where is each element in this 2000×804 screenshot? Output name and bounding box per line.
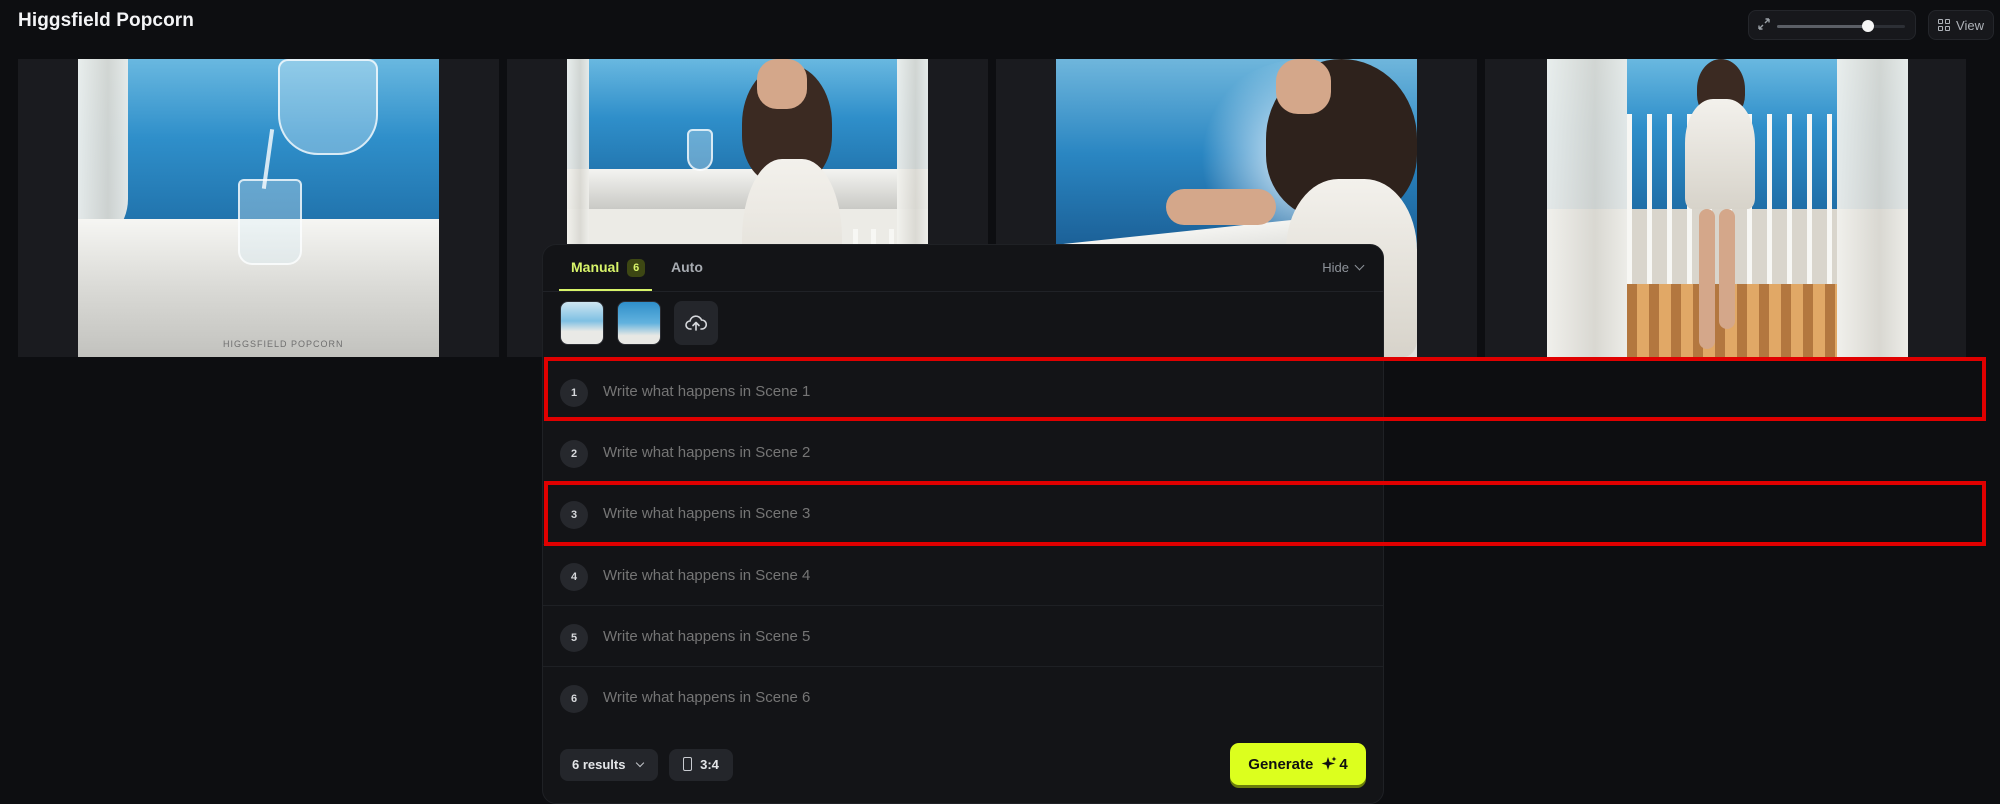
scene-row-1: 1 [543, 361, 1383, 422]
upload-button[interactable] [674, 301, 718, 345]
sparkle-icon [1321, 756, 1337, 770]
scene-6-input[interactable] [603, 689, 1303, 706]
scene-row-5: 5 [543, 605, 1383, 667]
results-label: 6 results [572, 757, 626, 772]
scene-number: 2 [560, 440, 588, 468]
hide-label: Hide [1322, 260, 1349, 275]
scene-1-input[interactable] [603, 383, 1303, 400]
scene-number: 6 [560, 685, 588, 713]
phone-icon [683, 757, 693, 771]
generate-button[interactable]: Generate 4 [1230, 743, 1366, 785]
reference-thumbnail-2[interactable] [617, 301, 661, 345]
scene-panel: Manual 6 Auto Hide 1 2 3 4 5 6 6 [542, 244, 1384, 804]
zoom-slider[interactable] [1748, 10, 1916, 40]
panel-tabs: Manual 6 Auto Hide [543, 245, 1383, 292]
view-label: View [1956, 17, 1984, 33]
generate-cost: 4 [1339, 755, 1348, 773]
zoom-fill [1777, 25, 1868, 28]
aspect-ratio-button[interactable]: 3:4 [669, 749, 733, 781]
tab-auto[interactable]: Auto [671, 259, 703, 275]
tab-manual-label: Manual [571, 259, 620, 275]
cloud-upload-icon [685, 315, 707, 331]
zoom-track[interactable] [1777, 20, 1905, 32]
grid-icon [1938, 19, 1951, 31]
chevron-down-icon [636, 758, 645, 768]
scene-number: 3 [560, 501, 588, 529]
scene-row-2: 2 [543, 422, 1383, 483]
aspect-ratio-label: 3:4 [700, 757, 719, 772]
app-title: Higgsfield Popcorn [18, 10, 194, 31]
results-count-dropdown[interactable]: 6 results [560, 749, 658, 781]
gallery-image-4[interactable] [1547, 59, 1908, 357]
scene-3-input[interactable] [603, 505, 1303, 522]
scene-row-4: 4 [543, 544, 1383, 606]
generate-label: Generate [1248, 755, 1314, 773]
chevron-down-icon [1354, 260, 1365, 271]
view-button[interactable]: View [1928, 10, 1994, 40]
scene-number: 5 [560, 624, 588, 652]
scene-number: 1 [560, 379, 588, 407]
scene-row-3: 3 [543, 483, 1383, 544]
gallery-image-1[interactable]: HIGGSFIELD POPCORN [78, 59, 439, 357]
scene-number: 4 [560, 563, 588, 591]
tab-manual-badge: 6 [627, 259, 646, 277]
scene-2-input[interactable] [603, 444, 1303, 461]
gallery-card-1[interactable]: HIGGSFIELD POPCORN [18, 59, 499, 357]
hide-button[interactable]: Hide [1322, 260, 1365, 275]
scene-row-6: 6 [543, 666, 1383, 728]
tab-manual[interactable]: Manual 6 [571, 259, 646, 277]
image-watermark: HIGGSFIELD POPCORN [223, 339, 344, 349]
reference-thumbnail-1[interactable] [560, 301, 604, 345]
active-tab-indicator [559, 289, 652, 291]
gallery-card-4[interactable] [1485, 59, 1966, 357]
expand-icon[interactable] [1757, 17, 1773, 33]
zoom-thumb[interactable] [1861, 20, 1874, 32]
scene-5-input[interactable] [603, 628, 1303, 645]
scene-4-input[interactable] [603, 567, 1303, 584]
